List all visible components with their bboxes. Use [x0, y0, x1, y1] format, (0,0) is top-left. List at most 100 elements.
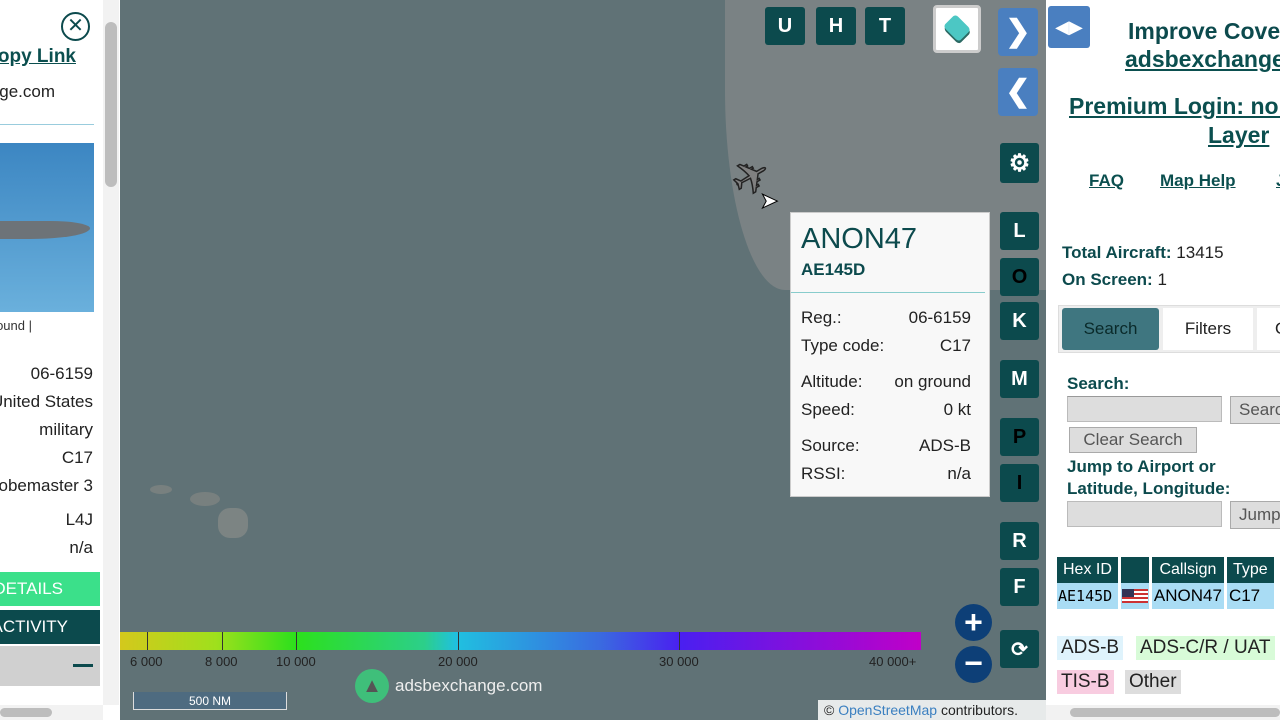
k-button[interactable]: K	[1000, 302, 1039, 340]
i-button[interactable]: I	[1000, 464, 1039, 502]
r-button[interactable]: R	[1000, 522, 1039, 560]
popup-value: C17	[939, 336, 971, 355]
toggle-sidebar-button[interactable]: ◀▶	[1048, 6, 1090, 48]
divider	[0, 124, 94, 125]
callsign-cell: ANON47	[1150, 583, 1227, 609]
legend-tick	[458, 632, 459, 650]
layers-button[interactable]	[933, 5, 981, 53]
adsbexchange-logo[interactable]: ▲ adsbexchange.com	[355, 669, 542, 703]
search-input[interactable]	[1067, 396, 1222, 422]
openstreetmap-link[interactable]: OpenStreetMap	[838, 702, 937, 718]
col-hex-id[interactable]: Hex ID	[1057, 557, 1121, 583]
map-help-link[interactable]: Map Help	[1160, 171, 1236, 191]
col-type[interactable]: Type	[1225, 557, 1277, 583]
zoom-out-button[interactable]: −	[955, 646, 992, 683]
legend-label: 20 000	[438, 654, 478, 669]
legend-other: Other	[1125, 670, 1181, 694]
jump-button[interactable]: Jump	[1230, 501, 1280, 529]
legend-tick	[296, 632, 297, 650]
photo-credit: Ground |	[0, 318, 32, 333]
popup-hex: AE145D	[801, 260, 866, 279]
expand-right-button[interactable]: ❯	[998, 8, 1038, 56]
category-value: military	[39, 420, 93, 439]
popup-label: Speed:	[801, 400, 855, 419]
l-button[interactable]: L	[1000, 212, 1039, 250]
total-aircraft: Total Aircraft: 13415	[1062, 243, 1224, 262]
legend-label: 6 000	[130, 654, 163, 669]
clear-search-button[interactable]: Clear Search	[1069, 427, 1197, 453]
collapse-bar[interactable]	[0, 646, 100, 686]
legend-label: 8 000	[205, 654, 238, 669]
type-value: C17	[61, 448, 93, 467]
hawaii-islands	[150, 480, 250, 540]
popup-label: Altitude:	[801, 372, 863, 391]
copy-link[interactable]: Copy Link	[0, 46, 76, 68]
search-label: Search:	[1067, 374, 1130, 393]
zoom-in-button[interactable]: +	[955, 604, 992, 641]
legend-label: 10 000	[276, 654, 316, 669]
h-button[interactable]: H	[816, 7, 856, 45]
vertical-scrollbar[interactable]	[103, 0, 119, 705]
collapse-left-button[interactable]: ❮	[998, 68, 1038, 116]
activity-button[interactable]: ACTIVITY	[0, 610, 100, 644]
f-button[interactable]: F	[1000, 568, 1039, 606]
jump-input[interactable]	[1067, 501, 1222, 527]
m-button[interactable]: M	[1000, 360, 1039, 398]
domain-text: adsbexchange.com	[0, 82, 55, 101]
aircraft-photo[interactable]	[0, 143, 94, 312]
tab-other[interactable]: Other	[1257, 308, 1280, 350]
t-button[interactable]: T	[865, 7, 905, 45]
jump-label: Jump to Airport or Latitude, Longitude:	[1067, 457, 1231, 498]
horizontal-scrollbar[interactable]	[1046, 705, 1280, 720]
more-link[interactable]: J	[1276, 171, 1280, 191]
popup-label: RSSI:	[801, 464, 846, 483]
hex-cell: AE145D	[1057, 583, 1121, 609]
cursor-icon: ➤	[759, 188, 779, 214]
replay-icon: ⟳	[1011, 638, 1028, 661]
col-callsign[interactable]: Callsign	[1150, 557, 1227, 583]
legend-tick	[222, 632, 223, 650]
us-flag-icon	[1119, 583, 1152, 609]
premium-login-link[interactable]: Premium Login: no ads	[1069, 93, 1280, 120]
chevron-right-icon: ❯	[1005, 15, 1031, 48]
type-name-value: Globemaster 3	[0, 476, 93, 495]
sidebar-panel: ◀▶ Improve Coverage adsbexchange.com Pre…	[1046, 0, 1280, 720]
replay-button[interactable]: ⟳	[1000, 630, 1039, 668]
close-icon[interactable]: ✕	[61, 12, 90, 41]
popup-value: on ground	[894, 372, 971, 391]
map-view[interactable]: ✈ ➤ U H T ❯ ❮ ⚙ L O K M P I R F ⟳ + − AN…	[120, 0, 1046, 720]
altitude-color-bar	[120, 632, 921, 650]
popup-value: ADS-B	[919, 436, 971, 455]
legend-tick	[147, 632, 148, 650]
aircraft-info-panel: ✕ Copy Link adsbexchange.com Ground | 06…	[0, 0, 120, 720]
horizontal-scrollbar[interactable]	[0, 705, 103, 720]
chevron-left-icon: ❮	[1005, 75, 1031, 108]
improve-coverage-text: Improve Coverage	[1128, 18, 1280, 44]
popup-callsign: ANON47	[801, 223, 918, 255]
table-header-row: Hex ID Callsign Type	[1057, 557, 1277, 583]
faq-link[interactable]: FAQ	[1089, 171, 1124, 191]
table-row[interactable]: AE145D ANON47 C17	[1057, 583, 1277, 609]
popup-value: 06-6159	[908, 308, 971, 327]
tab-search[interactable]: Search	[1062, 308, 1159, 350]
popup-value: n/a	[947, 464, 971, 483]
legend-label: 30 000	[659, 654, 699, 669]
u-button[interactable]: U	[765, 7, 805, 45]
legend-adsb: ADS-B	[1057, 636, 1124, 660]
popup-label: Reg.:	[801, 308, 842, 327]
settings-button[interactable]: ⚙	[1000, 143, 1039, 183]
popup-label: Type code:	[801, 336, 885, 355]
wtc-value: L4J	[65, 510, 93, 529]
aircraft-popup: ANON47 AE145D Reg.: 06-6159 Type code: C…	[790, 212, 990, 497]
col-flag[interactable]	[1119, 557, 1152, 583]
layers-icon	[942, 13, 972, 43]
aircraft-table: Hex ID Callsign Type AE145D ANON47 C17	[1057, 557, 1277, 609]
o-button[interactable]: O	[1000, 258, 1039, 296]
premium-layer-link[interactable]: Layer	[1208, 122, 1269, 149]
search-button[interactable]: Search	[1230, 396, 1280, 424]
map-attribution: © OpenStreetMap contributors.	[818, 700, 1046, 720]
details-button[interactable]: DETAILS	[0, 572, 100, 606]
tab-filters[interactable]: Filters	[1163, 308, 1253, 350]
improve-coverage-link[interactable]: adsbexchange.com	[1125, 46, 1280, 73]
p-button[interactable]: P	[1000, 418, 1039, 456]
